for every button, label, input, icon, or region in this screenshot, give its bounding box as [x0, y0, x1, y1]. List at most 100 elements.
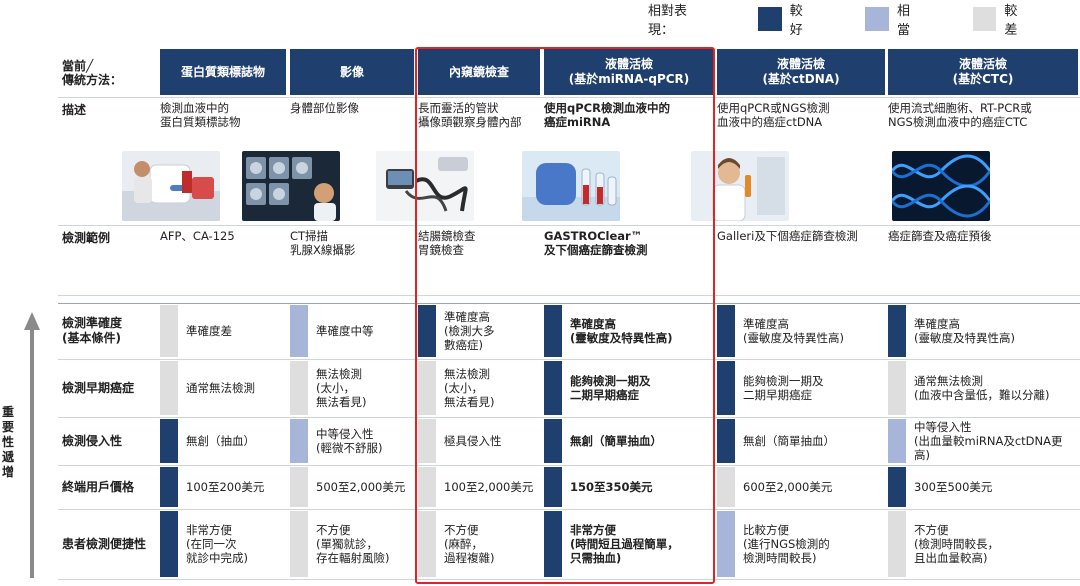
- cell-convenience: 非常方便 (時間短且過程簡單， 只需抽血): [570, 523, 679, 565]
- legend-label-equal: 相當: [897, 4, 911, 38]
- rating-bar: [160, 305, 178, 357]
- legend-label-worse: 較差: [1004, 4, 1018, 38]
- cell-price: 100至200美元: [186, 480, 265, 494]
- cell-convenience: 比較方便 (進行NGS檢測的 檢測時間較長): [743, 523, 830, 565]
- cell-examples: Galleri及下個癌症篩查檢測: [717, 229, 858, 243]
- column-header-title: 內窺鏡檢查: [448, 64, 509, 79]
- rating-bar: [418, 361, 436, 415]
- rating-bar: [544, 361, 562, 415]
- cell-description: 使用qPCR或NGS檢測 血液中的癌症ctDNA: [717, 101, 830, 129]
- legend-swatch-equal: [865, 7, 890, 31]
- row-label-examples: 檢測範例: [62, 229, 110, 247]
- rating-bar: [290, 467, 308, 507]
- column-header: 蛋白質類標誌物: [160, 49, 286, 95]
- cell-invasive: 中等侵入性 (出血量較miRNA及ctDNA更高): [914, 420, 1063, 462]
- cell-invasive: 中等侵入性 (輕微不舒服): [316, 427, 383, 455]
- cell-price: 600至2,000美元: [743, 480, 833, 494]
- rating-bar: [544, 305, 562, 357]
- ct-scan-photo: [242, 151, 340, 221]
- column-header-title: 液體活檢 (基於miRNA-qPCR): [568, 57, 690, 86]
- column-header: 內窺鏡檢查: [418, 49, 540, 95]
- cell-accuracy: 準確度高 (靈敏度及特異性高): [914, 317, 1015, 345]
- cell-invasive: 無創（抽血）: [186, 434, 255, 448]
- cell-price: 500至2,000美元: [316, 480, 406, 494]
- cell-accuracy: 準確度中等: [316, 324, 374, 338]
- rating-bar: [160, 361, 178, 415]
- rating-bar: [717, 361, 735, 415]
- legend: 相對表現： 較好 相當 較差: [648, 4, 1080, 38]
- column-header: 液體活檢 (基於CTC): [888, 49, 1078, 95]
- row-label-accuracy: 檢測準確度 (基本條件): [62, 303, 122, 359]
- rating-bar: [888, 305, 906, 357]
- row-label-price: 終端用戶價格: [62, 465, 134, 509]
- blood-draw-photo: [122, 151, 220, 221]
- rating-bar: [717, 511, 735, 577]
- cell-examples: CT掃描 乳腺X線攝影: [290, 229, 356, 257]
- row-label-text: 檢測早期癌症: [62, 380, 135, 395]
- cell-convenience: 非常方便 (在同一次 就診中完成): [186, 523, 248, 565]
- rating-bar: [888, 419, 906, 463]
- cell-convenience: 不方便 (檢測時間較長， 且出血量較高): [914, 523, 999, 565]
- cell-description: 檢測血液中的 蛋白質類標誌物: [160, 101, 241, 129]
- rating-bar: [888, 467, 906, 507]
- rating-bar: [160, 419, 178, 463]
- rating-bar: [717, 467, 735, 507]
- cell-early: 能夠檢測一期及 二期早期癌症: [570, 374, 651, 402]
- row-label-text: 檢測準確度 (基本條件): [62, 316, 123, 345]
- column-header: 液體活檢 (基於ctDNA): [717, 49, 885, 95]
- rating-bar: [418, 467, 436, 507]
- rating-bar: [888, 361, 906, 415]
- row-label-text: 終端用戶價格: [62, 479, 135, 494]
- cell-invasive: 無創（簡單抽血）: [570, 434, 662, 448]
- legend-label-better: 較好: [789, 4, 803, 38]
- cell-invasive: 極具侵入性: [444, 434, 502, 448]
- comparison-table: 當前╱ 傳統方法： 蛋白質類標誌物 影像 內窺鏡檢查 液體活檢 (基於miRNA-qP…: [58, 45, 1080, 586]
- row-label-description: 描述: [62, 101, 86, 119]
- cell-examples: 癌症篩查及癌症預後: [888, 229, 992, 243]
- row-label-text: 描述: [62, 102, 87, 117]
- row-divider: [58, 97, 1080, 98]
- cell-description: 身體部位影像: [290, 101, 359, 115]
- cell-description: 長而靈活的管狀 攝像頭觀察身體內部: [418, 101, 522, 129]
- rating-bar: [888, 511, 906, 577]
- cell-accuracy: 準確度高 (檢測大多 數癌症): [444, 310, 495, 352]
- cell-examples: GASTROClear™ 及下個癌症篩查檢測: [544, 229, 648, 257]
- rating-bar: [290, 419, 308, 463]
- row-label-early: 檢測早期癌症: [62, 359, 134, 417]
- rating-bar: [290, 361, 308, 415]
- cell-price: 150至350美元: [570, 480, 653, 494]
- column-header: 影像: [290, 49, 414, 95]
- row-divider: [58, 225, 1080, 226]
- cell-convenience: 不方便 (麻醉， 過程複雜): [444, 523, 495, 565]
- rating-bar: [418, 419, 436, 463]
- cell-early: 無法檢測 (太小， 無法看見): [316, 367, 367, 409]
- cell-price: 300至500美元: [914, 480, 993, 494]
- qpcr-lab-photo: [522, 151, 620, 221]
- scientist-photo: [691, 151, 789, 221]
- header-label: 當前╱ 傳統方法：: [62, 59, 123, 87]
- cell-examples: 結腸鏡檢查 胃鏡檢查: [418, 229, 476, 257]
- cell-price: 100至2,000美元: [444, 480, 534, 494]
- row-label-text: 患者檢測便捷性: [62, 536, 147, 551]
- cell-accuracy: 準確度高 (靈敏度及特異性高): [570, 317, 673, 345]
- column-header-title: 蛋白質類標誌物: [180, 64, 265, 79]
- column-header: 液體活檢 (基於miRNA-qPCR): [544, 49, 714, 95]
- row-label-convenience: 患者檢測便捷性: [62, 509, 146, 579]
- cell-convenience: 不方便 (單獨就診， 存在輻射風險): [316, 523, 390, 565]
- legend-title: 相對表現：: [648, 4, 688, 38]
- column-header-title: 液體活檢 (基於ctDNA): [762, 57, 840, 86]
- cell-accuracy: 準確度差: [186, 324, 232, 338]
- legend-swatch-worse: [972, 7, 997, 31]
- rating-bar: [290, 305, 308, 357]
- row-label-invasive: 檢測侵入性: [62, 417, 122, 465]
- endoscope-photo: [376, 151, 474, 221]
- column-header-title: 影像: [339, 64, 364, 79]
- importance-axis-label: 重要性遞增: [2, 405, 15, 479]
- rating-bar: [544, 467, 562, 507]
- rating-bar: [544, 419, 562, 463]
- cell-description: 使用流式細胞術、RT-PCR或 NGS檢測血液中的癌症CTC: [888, 101, 1032, 129]
- rating-bar: [418, 511, 436, 577]
- cell-description: 使用qPCR檢測血液中的 癌症miRNA: [544, 101, 670, 129]
- cell-invasive: 無創（簡單抽血）: [743, 434, 835, 448]
- column-header-title: 液體活檢 (基於CTC): [952, 57, 1014, 86]
